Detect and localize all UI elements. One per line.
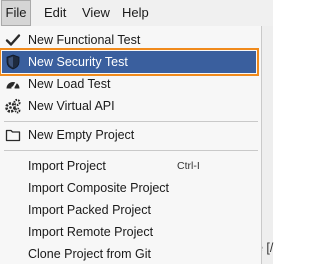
- menu-item-new-virtual-api[interactable]: New Virtual API: [0, 95, 258, 117]
- menu-item-import-packed-project[interactable]: Import Packed Project: [0, 199, 258, 221]
- menu-item-new-load-test[interactable]: New Load Test: [0, 73, 258, 95]
- menu-item-clone-project-from-git[interactable]: Clone Project from Git: [0, 243, 258, 265]
- menu-item-label: New Empty Project: [28, 128, 135, 142]
- menu-separator: [4, 150, 258, 151]
- menu-item-label: Import Packed Project: [28, 203, 151, 217]
- checkmark-icon: [5, 34, 21, 46]
- gears-icon: [5, 98, 21, 114]
- menu-separator: [4, 121, 258, 122]
- menu-bar: File Edit View Help: [0, 0, 273, 26]
- menu-file[interactable]: File: [1, 0, 31, 26]
- menu-item-new-empty-project[interactable]: New Empty Project: [0, 124, 258, 146]
- file-menu-dropdown: New Functional Test New Security Test Ne…: [0, 26, 262, 264]
- menu-help[interactable]: Help: [117, 0, 154, 26]
- shortcut-label: Ctrl-I: [177, 160, 200, 172]
- menu-edit[interactable]: Edit: [39, 0, 71, 26]
- menu-item-import-remote-project[interactable]: Import Remote Project: [0, 221, 258, 243]
- menu-view[interactable]: View: [77, 0, 115, 26]
- menu-item-label: Import Remote Project: [28, 225, 154, 239]
- menu-item-label: New Functional Test: [28, 33, 141, 47]
- gauge-icon: [6, 81, 20, 90]
- shield-icon: [6, 54, 20, 70]
- menu-item-label: Import Project: [28, 159, 106, 173]
- menu-item-new-functional-test[interactable]: New Functional Test: [0, 29, 258, 51]
- menu-item-label: New Virtual API: [28, 99, 115, 113]
- menu-item-label: Import Composite Project: [28, 181, 170, 195]
- menu-item-label: New Load Test: [28, 77, 111, 91]
- menu-item-import-composite-project[interactable]: Import Composite Project: [0, 177, 258, 199]
- background-window-edge: [262, 26, 273, 264]
- folder-icon: [5, 129, 21, 142]
- menu-item-import-project[interactable]: Import Project Ctrl-I: [0, 155, 258, 177]
- menu-item-new-security-test[interactable]: New Security Test: [0, 48, 259, 76]
- menu-item-label: Clone Project from Git: [28, 247, 151, 261]
- menu-item-label: New Security Test: [28, 55, 128, 69]
